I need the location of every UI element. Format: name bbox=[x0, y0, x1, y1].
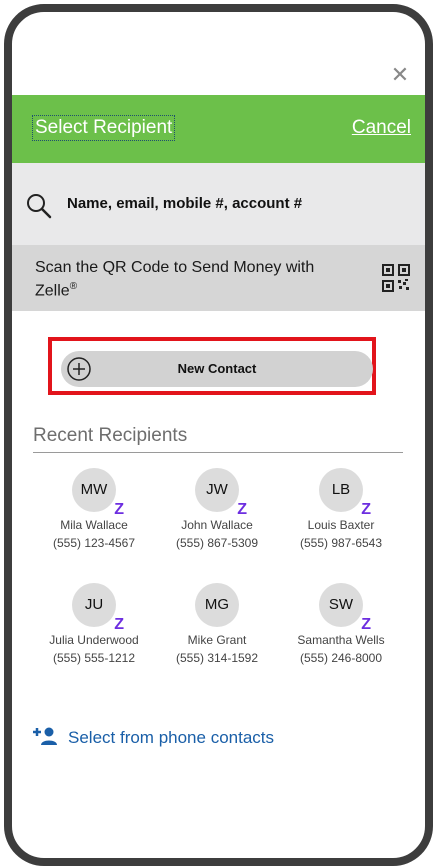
recent-recipients-heading: Recent Recipients bbox=[33, 425, 188, 446]
qr-scan-bar[interactable]: Scan the QR Code to Send Money with Zell… bbox=[12, 245, 425, 311]
recipient-name: Julia Underwood bbox=[49, 633, 139, 647]
recipient-phone: (555) 246-8000 bbox=[299, 651, 383, 665]
avatar-initials: JU bbox=[84, 596, 104, 613]
recipient-phone: (555) 314-1592 bbox=[175, 651, 259, 665]
recipient-phone: (555) 123-4567 bbox=[52, 536, 136, 550]
recipient-card[interactable]: JW Z John Wallace (555) 867-5309 bbox=[152, 468, 282, 551]
recipient-card[interactable]: SW Z Samantha Wells (555) 246-8000 bbox=[276, 583, 406, 666]
zelle-icon: Z bbox=[237, 501, 247, 518]
search-icon bbox=[27, 194, 52, 219]
close-icon[interactable]: ✕ bbox=[389, 64, 411, 86]
recipient-name: Mila Wallace bbox=[60, 518, 128, 532]
search-input[interactable]: Name, email, mobile #, account # bbox=[67, 195, 302, 212]
avatar-initials: MW bbox=[80, 481, 108, 498]
zelle-icon: Z bbox=[114, 616, 124, 633]
header-bar: Select Recipient Cancel bbox=[12, 95, 425, 163]
qr-scan-label: Scan the QR Code to Send Money with Zell… bbox=[35, 259, 315, 300]
page-title: Select Recipient bbox=[32, 115, 176, 141]
recipient-card[interactable]: MG Mike Grant (555) 314-1592 bbox=[152, 583, 282, 666]
select-phone-contacts-link[interactable]: Select from phone contacts bbox=[32, 724, 332, 750]
phone-frame: ✕ Select Recipient Cancel Name, email, m… bbox=[4, 4, 433, 866]
new-contact-label: New Contact bbox=[177, 361, 257, 376]
zelle-icon: Z bbox=[361, 616, 371, 633]
cancel-link[interactable]: Cancel bbox=[352, 117, 411, 139]
avatar: MG bbox=[195, 583, 239, 627]
recipient-card[interactable]: LB Z Louis Baxter (555) 987-6543 bbox=[276, 468, 406, 551]
search-bar[interactable]: Name, email, mobile #, account # bbox=[12, 163, 425, 245]
avatar-initials: LB bbox=[331, 481, 351, 498]
recipient-phone: (555) 987-6543 bbox=[299, 536, 383, 550]
avatar: MW Z bbox=[72, 468, 124, 518]
trademark-symbol: ® bbox=[69, 281, 78, 292]
avatar: LB Z bbox=[319, 468, 371, 518]
recipient-phone: (555) 867-5309 bbox=[175, 536, 259, 550]
zelle-icon: Z bbox=[114, 501, 124, 518]
avatar: JU Z bbox=[72, 583, 124, 633]
recipient-name: John Wallace bbox=[181, 518, 253, 532]
add-person-icon bbox=[33, 727, 57, 745]
recipient-name: Samantha Wells bbox=[297, 633, 385, 647]
new-contact-button[interactable]: New Contact bbox=[61, 351, 373, 387]
avatar: SW Z bbox=[319, 583, 371, 633]
phone-contacts-label: Select from phone contacts bbox=[68, 728, 275, 747]
recipient-name: Mike Grant bbox=[187, 633, 247, 647]
recipient-card[interactable]: JU Z Julia Underwood (555) 555-1212 bbox=[29, 583, 159, 666]
qr-scan-text: Scan the QR Code to Send Money with Zell… bbox=[35, 258, 355, 300]
avatar-initials: MG bbox=[204, 596, 230, 613]
recipient-name: Louis Baxter bbox=[307, 518, 375, 532]
divider bbox=[33, 452, 403, 453]
avatar: JW Z bbox=[195, 468, 247, 518]
recipient-phone: (555) 555-1212 bbox=[52, 651, 136, 665]
zelle-icon: Z bbox=[361, 501, 371, 518]
recipient-card[interactable]: MW Z Mila Wallace (555) 123-4567 bbox=[29, 468, 159, 551]
qr-code-icon[interactable] bbox=[381, 263, 411, 293]
avatar-initials: SW bbox=[328, 596, 354, 613]
avatar-initials: JW bbox=[206, 481, 228, 498]
